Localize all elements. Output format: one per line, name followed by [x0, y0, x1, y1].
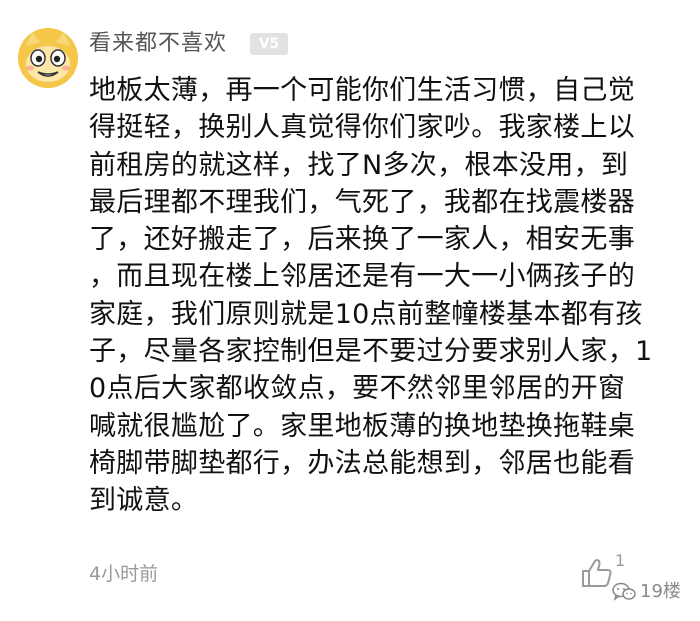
comment-line: 前租房的就这样，找了N多次，根本没用，到: [89, 149, 629, 181]
like-count: 1: [615, 551, 626, 570]
comment-line: ，而且现在楼上邻居还是有一大一小俩孩子的: [89, 261, 635, 293]
level-badge: V5: [250, 33, 288, 55]
comment-line: 子，尽量各家控制但是不要过分要求别人家，1: [89, 336, 653, 368]
username[interactable]: 看来都不喜欢: [89, 29, 227, 59]
comment-line: 最后理都不理我们，气死了，我都在找震楼器: [89, 186, 635, 218]
comment-line: 家庭，我们原则就是10点前整幢楼基本都有孩: [89, 298, 643, 330]
comment-line: 喊就很尴尬了。家里地板薄的换地垫换拖鞋桌: [89, 410, 635, 442]
cartoon-avatar-icon: [18, 28, 78, 88]
watermark: 19楼: [612, 580, 681, 604]
comment-line: 地板太薄，再一个可能你们生活习惯，自己觉: [89, 75, 635, 106]
comment-line: 到诚意。: [89, 485, 199, 517]
comment-line: 得挺轻，换别人真觉得你们家吵。我家楼上以: [89, 112, 635, 144]
watermark-text: 19楼: [640, 581, 681, 602]
wechat-icon: [612, 582, 636, 601]
comment-line: 了，还好搬走了，后来换了一家人，相安无事: [89, 224, 635, 256]
timestamp: 4小时前: [89, 563, 159, 585]
avatar[interactable]: [18, 28, 78, 88]
comment-line: 0点后大家都收敛点，要不然邻里邻居的开窗: [89, 373, 626, 405]
comment-line: 椅脚带脚垫都行，办法总能想到，邻居也能看: [89, 447, 635, 479]
comment-card: 看来都不喜欢 V5 地板太薄，再一个可能你们生活习惯，自己觉 得挺轻，换别人真觉…: [0, 0, 700, 621]
comment-text: 地板太薄，再一个可能你们生活习惯，自己觉 得挺轻，换别人真觉得你们家吵。我家楼上…: [89, 72, 689, 520]
thumbs-up-icon: [582, 559, 612, 587]
